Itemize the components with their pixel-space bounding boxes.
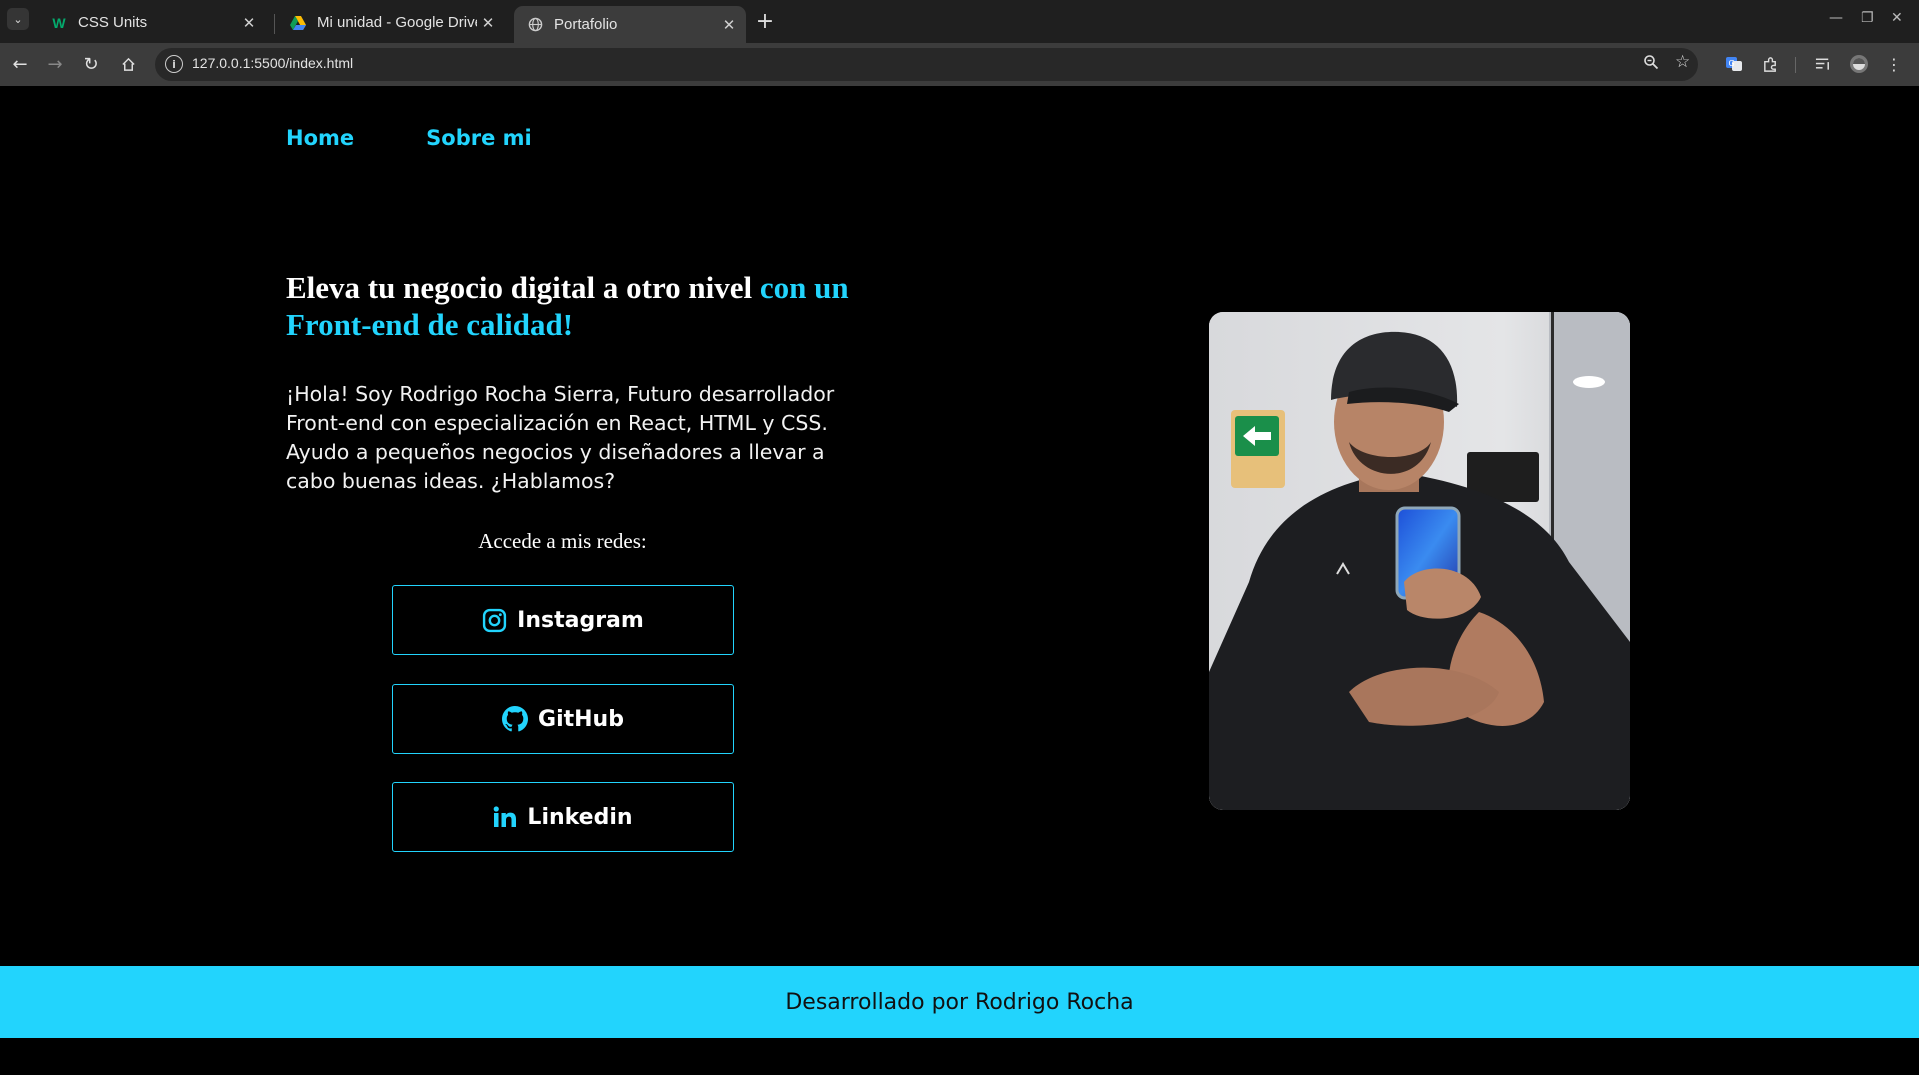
forward-arrow-icon[interactable]: → [43,52,67,76]
reading-list-icon[interactable] [1812,53,1834,75]
github-button[interactable]: GitHub [392,684,734,754]
browser-tab-bar: ⌄ W CSS Units ✕ Mi unidad - Google Drive… [0,0,1919,43]
site-info-icon[interactable]: i [165,55,183,73]
back-arrow-icon[interactable]: ← [8,52,32,76]
restore-icon[interactable]: ❐ [1861,10,1874,26]
social-heading: Accede a mis redes: [478,529,647,553]
linkedin-label: Linkedin [527,804,633,830]
profile-avatar-icon[interactable] [1848,53,1870,75]
address-bar[interactable]: i 127.0.0.1:5500/index.html ☆ [155,48,1698,81]
menu-kebab-icon[interactable]: ⋮ [1883,53,1905,75]
extensions-puzzle-icon[interactable] [1759,53,1781,75]
github-label: GitHub [538,706,624,732]
tab-title: CSS Units [78,14,148,31]
instagram-label: Instagram [517,607,644,633]
page-bottom-strip [0,1038,1919,1075]
hero-title-main: Eleva tu negocio digital a otro nivel [286,270,753,305]
page-content: Home Sobre mi Eleva tu negocio digital a… [0,86,1919,1075]
zoom-icon[interactable] [1643,54,1659,75]
hero-title: Eleva tu negocio digital a otro nivel co… [286,269,856,343]
close-icon[interactable]: ✕ [238,14,260,32]
url-text[interactable]: 127.0.0.1:5500/index.html [192,55,353,71]
tab-title: Mi unidad - Google Drive [317,14,477,31]
tab-separator [274,14,275,34]
google-drive-icon [289,14,307,32]
nav-link-sobre-mi[interactable]: Sobre mi [426,126,532,150]
main-nav: Home Sobre mi [286,126,532,150]
profile-photo [1209,312,1630,810]
tab-title: Portafolio [554,16,618,33]
linkedin-button[interactable]: Linkedin [392,782,734,852]
minimize-icon[interactable]: — [1829,10,1843,26]
browser-toolbar: ← → ↻ i 127.0.0.1:5500/index.html ☆ G ⋮ [0,43,1919,86]
globe-icon [526,16,544,34]
site-footer: Desarrollado por Rodrigo Rocha [0,966,1919,1038]
w3schools-icon: W [52,14,66,31]
bookmark-star-icon[interactable]: ☆ [1675,52,1690,72]
toolbar-divider [1795,57,1796,73]
home-icon[interactable] [116,52,140,76]
close-icon[interactable]: ✕ [477,14,499,32]
translate-icon[interactable]: G [1723,53,1745,75]
tab-google-drive[interactable]: Mi unidad - Google Drive ✕ [277,6,505,39]
hero-description: ¡Hola! Soy Rodrigo Rocha Sierra, Futuro … [286,382,835,493]
close-icon[interactable]: ✕ [718,16,740,34]
tab-portafolio[interactable]: Portafolio ✕ [514,6,746,43]
footer-text: Desarrollado por Rodrigo Rocha [785,989,1134,1015]
tab-css-units[interactable]: W CSS Units ✕ [38,6,266,39]
svg-text:G: G [1729,59,1735,68]
window-close-icon[interactable]: ✕ [1891,10,1903,26]
nav-link-home[interactable]: Home [286,126,354,150]
tab-search-chevron-icon[interactable]: ⌄ [7,8,29,30]
new-tab-plus-icon[interactable]: + [752,8,778,34]
instagram-button[interactable]: Instagram [392,585,734,655]
github-icon [502,706,529,732]
instagram-icon [482,608,507,633]
reload-icon[interactable]: ↻ [79,52,103,76]
linkedin-icon [493,806,517,828]
